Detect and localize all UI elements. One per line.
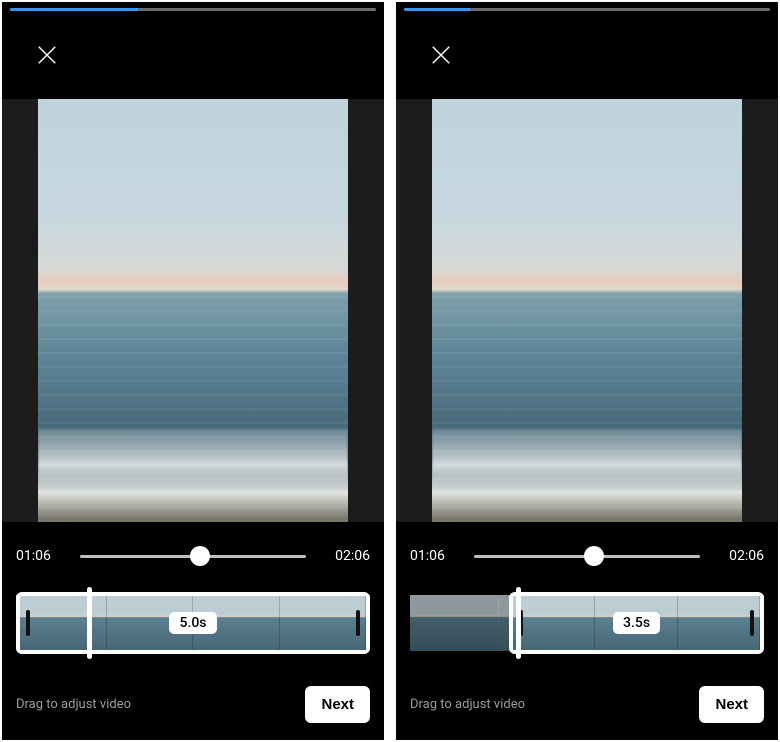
video-preview (2, 99, 384, 522)
story-progress-fill (10, 8, 138, 11)
seek-thumb[interactable] (190, 546, 210, 566)
trim-duration-badge: 5.0s (169, 612, 216, 634)
close-icon (430, 44, 452, 66)
hint-text: Drag to adjust video (16, 697, 131, 712)
seek-track[interactable] (80, 555, 306, 558)
trim-selection[interactable]: 5.0s (16, 592, 370, 654)
bottom-bar: Drag to adjust video Next (410, 678, 764, 730)
hint-text: Drag to adjust video (410, 697, 525, 712)
close-button[interactable] (424, 38, 458, 72)
trim-selection[interactable]: 3.5s (509, 592, 764, 654)
video-frame[interactable] (432, 99, 742, 522)
seek-thumb[interactable] (584, 546, 604, 566)
video-frame[interactable] (38, 99, 348, 522)
video-editor-screen: 01:06 02:06 5.0s Drag to adjust video (2, 2, 384, 740)
story-progress-fill (404, 8, 470, 11)
trim-control: 3.5s (410, 587, 764, 657)
time-start: 01:06 (410, 548, 460, 564)
time-end: 02:06 (320, 548, 370, 564)
crop-shade-left (396, 99, 432, 522)
trim-duration-badge: 3.5s (613, 612, 660, 634)
close-icon (36, 44, 58, 66)
crop-shade-left (2, 99, 38, 522)
crop-shade-right (348, 99, 384, 522)
trim-handle-left[interactable] (26, 610, 30, 636)
trim-handle-right[interactable] (356, 610, 360, 636)
story-progress-track (10, 8, 376, 11)
time-end: 02:06 (714, 548, 764, 564)
crop-shade-right (742, 99, 778, 522)
filmstrip-thumb (410, 595, 499, 651)
story-progress-track (404, 8, 770, 11)
time-start: 01:06 (16, 548, 66, 564)
seek-bar: 01:06 02:06 (410, 536, 764, 576)
next-button[interactable]: Next (305, 686, 370, 723)
seek-bar: 01:06 02:06 (16, 536, 370, 576)
video-preview (396, 99, 778, 522)
bottom-bar: Drag to adjust video Next (16, 678, 370, 730)
video-editor-screen: 01:06 02:06 3.5s Drag to adjust video (396, 2, 778, 740)
trim-playhead[interactable] (516, 587, 521, 659)
side-by-side-container: 01:06 02:06 5.0s Drag to adjust video (0, 0, 780, 742)
trim-handle-right[interactable] (750, 610, 754, 636)
trim-control: 5.0s (16, 587, 370, 657)
trim-playhead[interactable] (87, 587, 92, 659)
next-button[interactable]: Next (699, 686, 764, 723)
close-button[interactable] (30, 38, 64, 72)
seek-track[interactable] (474, 555, 700, 558)
